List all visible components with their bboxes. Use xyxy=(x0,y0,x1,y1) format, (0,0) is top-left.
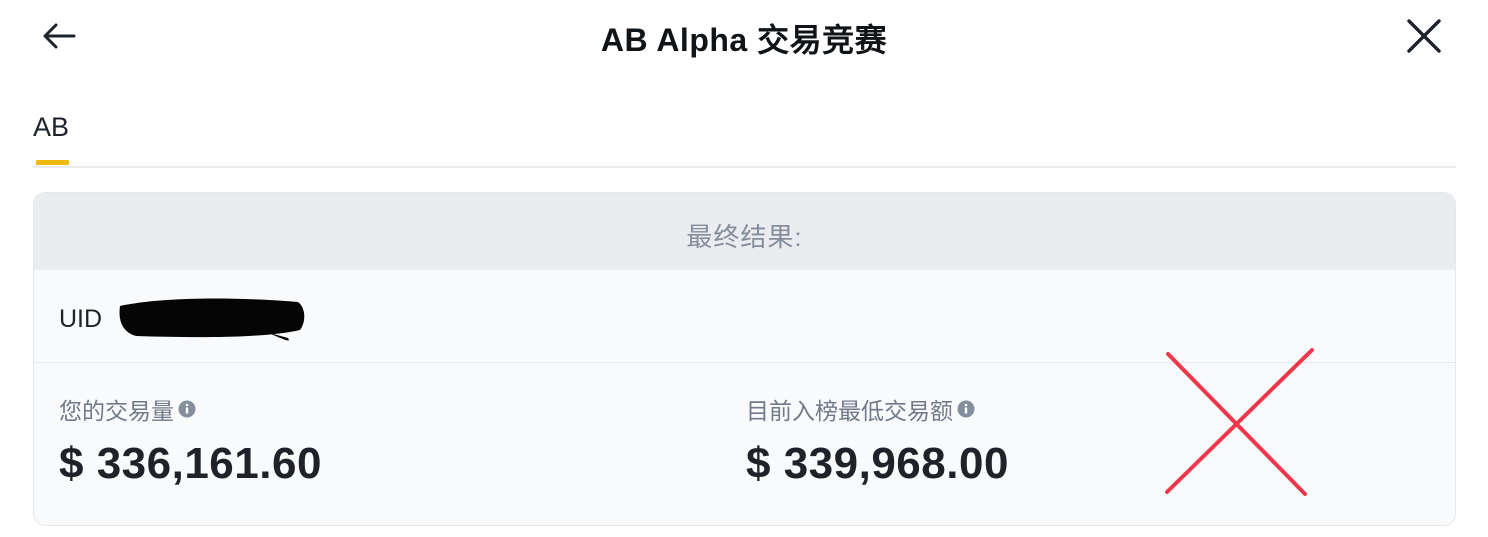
redaction-mark xyxy=(119,298,305,341)
page-title: AB Alpha 交易竞赛 xyxy=(600,22,888,58)
red-cross-mark xyxy=(1165,348,1314,496)
header-bar: AB Alpha 交易竞赛 xyxy=(0,0,1488,76)
page: AB Alpha 交易竞赛 AB 最终结果: UID 您的交易量 $ 336,1… xyxy=(0,0,1488,537)
your-volume-value: $ 336,161.60 xyxy=(59,439,322,488)
your-volume-label-row: 您的交易量 xyxy=(59,393,322,425)
tab-ab[interactable]: AB xyxy=(33,112,69,143)
your-volume-stat: 您的交易量 $ 336,161.60 xyxy=(59,393,322,489)
min-rank-volume-stat: 目前入榜最低交易额 $ 339,968.00 xyxy=(746,393,1009,489)
close-icon xyxy=(1407,19,1441,53)
final-result-heading: 最终结果: xyxy=(686,222,803,252)
result-card: 最终结果: UID 您的交易量 $ 336,161.60 目前入榜最低交易额 $… xyxy=(33,192,1456,526)
min-rank-label-row: 目前入榜最低交易额 xyxy=(746,393,1009,425)
tab-active-indicator xyxy=(36,160,69,165)
min-rank-volume-value: $ 339,968.00 xyxy=(746,439,1009,488)
info-icon[interactable] xyxy=(178,400,196,418)
info-icon[interactable] xyxy=(957,400,975,418)
your-volume-label: 您的交易量 xyxy=(59,398,174,424)
uid-row: UID xyxy=(34,270,1455,363)
close-button[interactable] xyxy=(1402,14,1446,58)
uid-label: UID xyxy=(59,305,103,333)
result-card-header: 最终结果: xyxy=(34,193,1455,270)
tab-bar: AB xyxy=(33,100,1456,168)
min-rank-volume-label: 目前入榜最低交易额 xyxy=(746,398,953,424)
